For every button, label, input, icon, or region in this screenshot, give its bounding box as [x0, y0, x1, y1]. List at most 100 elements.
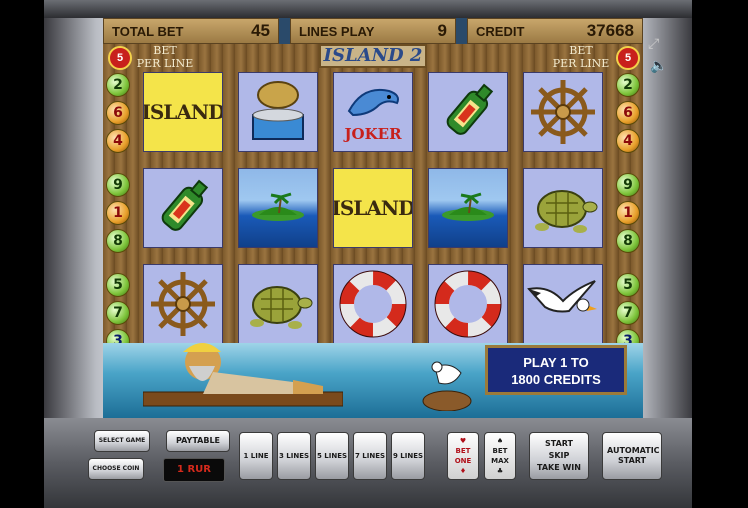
bet-max-label: BET MAX [491, 447, 509, 465]
info-box: PLAY 1 TO 1800 CREDITS [485, 345, 627, 395]
bet-one-label: BET ONE [454, 447, 472, 465]
take-win-label: TAKE WIN [537, 463, 581, 472]
right-line-indicators: 2 6 4 9 1 8 5 7 3 [616, 73, 640, 357]
line-7-button[interactable]: 7 LINES [353, 432, 387, 480]
line-7-label: 7 LINES [354, 452, 386, 460]
line-1-button[interactable]: 1 LINE [239, 432, 273, 480]
automatic-start-button[interactable]: AUTOMATIC START [602, 432, 662, 480]
symbol-seagull [523, 264, 603, 344]
coin-display: 1 RUR [163, 458, 225, 482]
line-indicator[interactable]: 2 [106, 73, 130, 97]
line-5-button[interactable]: 5 LINES [315, 432, 349, 480]
lines-play-value: 9 [437, 21, 447, 40]
ship-wheel-icon [151, 272, 215, 336]
line-indicator[interactable]: 9 [106, 173, 130, 197]
select-game-button[interactable]: SELECT GAME [94, 430, 150, 452]
reel-2 [238, 72, 318, 358]
line-indicator[interactable]: 9 [616, 173, 640, 197]
symbol-turtle [523, 168, 603, 248]
automatic-start-label: AUTOMATIC START [607, 446, 660, 465]
symbol-island-word: ISLAND [333, 168, 413, 248]
line-5-label: 5 LINES [316, 452, 348, 460]
total-bet-label: TOTAL BET [112, 23, 184, 39]
line-indicator[interactable]: 1 [106, 201, 130, 225]
line-indicator[interactable]: 4 [616, 129, 640, 153]
line-indicator[interactable]: 1 [616, 201, 640, 225]
sound-icon[interactable]: 🔈 [650, 57, 667, 74]
spade-icon: ♠ [496, 437, 504, 445]
credit-bar: CREDIT 37668 [467, 18, 643, 44]
life-ring-icon [434, 270, 502, 338]
can-icon [252, 81, 304, 140]
line-1-label: 1 LINE [243, 452, 269, 460]
reels-area: ISLAND JOKER ISLAND [143, 72, 603, 358]
seagull-rock-icon [422, 361, 472, 411]
symbol-island [238, 168, 318, 248]
island-word-text: ISLAND [143, 100, 223, 124]
credit-label: CREDIT [476, 23, 525, 39]
life-ring-icon [339, 270, 407, 338]
lines-play-bar: LINES PLAY 9 [290, 18, 456, 44]
bottle-icon [446, 83, 494, 135]
seagull-icon [527, 280, 597, 313]
line-indicator[interactable]: 5 [616, 273, 640, 297]
symbol-turtle [238, 264, 318, 344]
line-indicator[interactable]: 5 [106, 273, 130, 297]
bottle-icon [161, 179, 209, 231]
bet-per-line-badge-left: 5 [108, 46, 132, 70]
reel-5 [523, 72, 603, 358]
start-button[interactable]: START SKIP TAKE WIN [529, 432, 589, 480]
reel-4 [428, 72, 508, 358]
total-bet-value: 45 [251, 21, 270, 40]
bet-one-button[interactable]: ♥ BET ONE ♦ [447, 432, 479, 480]
line-indicator[interactable]: 6 [106, 101, 130, 125]
credit-value: 37668 [586, 21, 634, 40]
bet-per-line-label-left: BET PER LINE [136, 44, 194, 70]
line-indicator[interactable]: 4 [106, 129, 130, 153]
island-icon [252, 192, 304, 221]
symbol-life-ring [333, 264, 413, 344]
turtle-icon [535, 190, 598, 233]
line-9-label: 9 LINES [392, 452, 424, 460]
line-9-button[interactable]: 9 LINES [391, 432, 425, 480]
symbol-joker: JOKER [333, 72, 413, 152]
line-indicator[interactable]: 2 [616, 73, 640, 97]
line-3-label: 3 LINES [278, 452, 310, 460]
reel-1: ISLAND [143, 72, 223, 358]
game-title: ISLAND 2 [319, 44, 427, 68]
ship-wheel-icon [531, 80, 595, 144]
left-line-indicators: 2 6 4 9 1 8 5 7 3 [106, 73, 130, 357]
choose-coin-button[interactable]: CHOOSE COIN [88, 458, 144, 480]
lines-play-label: LINES PLAY [299, 23, 375, 39]
symbol-island-word: ISLAND [143, 72, 223, 152]
select-game-label: SELECT GAME [98, 437, 146, 444]
cabinet-top [44, 0, 692, 18]
island-icon [442, 192, 494, 221]
choose-coin-label: CHOOSE COIN [92, 465, 140, 472]
bet-per-line-badge-right: 5 [616, 46, 640, 70]
line-indicator[interactable]: 8 [616, 229, 640, 253]
bet-per-line-label-right: BET PER LINE [552, 44, 610, 70]
diamond-icon: ♦ [459, 467, 467, 475]
paytable-button[interactable]: PAYTABLE [166, 430, 230, 452]
club-icon: ♣ [496, 467, 504, 475]
turtle-icon [250, 286, 313, 329]
dolphin-icon [347, 89, 399, 117]
info-line-2: 1800 CREDITS [511, 372, 601, 387]
symbol-bottle [143, 168, 223, 248]
symbol-ship-wheel [143, 264, 223, 344]
bet-max-button[interactable]: ♠ BET MAX ♣ [484, 432, 516, 480]
start-label: START [544, 439, 574, 448]
symbol-can [238, 72, 318, 152]
info-line-1: PLAY 1 TO [523, 355, 589, 370]
skip-label: SKIP [548, 451, 570, 460]
line-indicator[interactable]: 7 [616, 301, 640, 325]
fullscreen-icon[interactable]: ⤢ [648, 35, 659, 52]
island-word-text: ISLAND [333, 196, 413, 220]
line-indicator[interactable]: 7 [106, 301, 130, 325]
heart-icon: ♥ [459, 437, 467, 445]
line-indicator[interactable]: 8 [106, 229, 130, 253]
symbol-bottle [428, 72, 508, 152]
line-3-button[interactable]: 3 LINES [277, 432, 311, 480]
line-indicator[interactable]: 6 [616, 101, 640, 125]
